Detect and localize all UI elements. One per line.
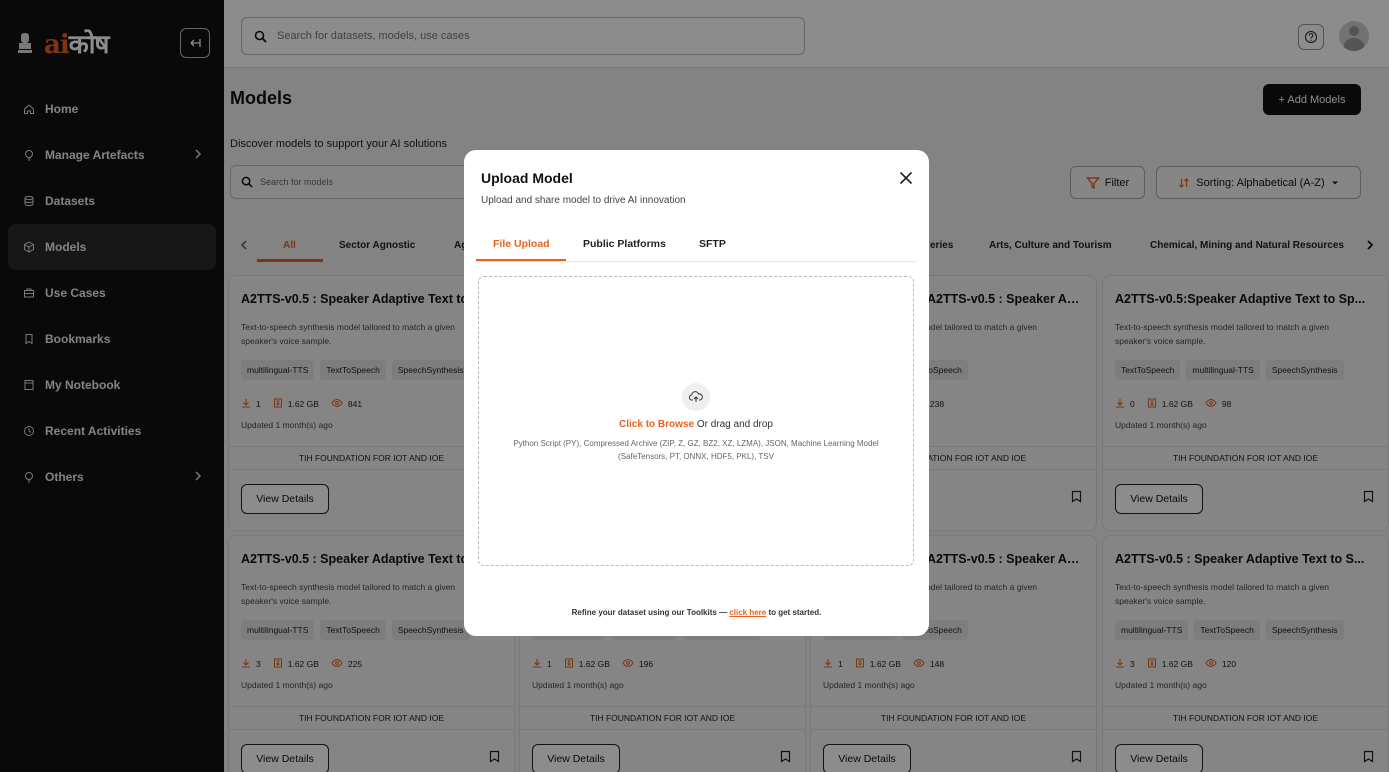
close-icon — [899, 171, 913, 185]
supported-formats: Python Script (PY), Compressed Archive (… — [513, 439, 879, 461]
upload-tabs: File Upload Public Platforms SFTP — [476, 232, 917, 262]
browse-link[interactable]: Click to Browse — [619, 419, 694, 430]
toolkit-link[interactable]: click here — [729, 608, 766, 617]
tab-sftp[interactable]: SFTP — [699, 238, 726, 250]
dialog-title: Upload Model — [481, 170, 573, 186]
tab-public-platforms[interactable]: Public Platforms — [583, 238, 666, 250]
dialog-subtitle: Upload and share model to drive AI innov… — [481, 195, 686, 206]
refine-text-end: to get started. — [766, 608, 822, 617]
file-dropzone[interactable]: Click to Browse Or drag and drop Python … — [478, 276, 914, 566]
tab-active-underline — [476, 259, 566, 261]
drag-drop-text: Or drag and drop — [694, 419, 773, 430]
refine-toolkit-note: Refine your dataset using our Toolkits —… — [464, 608, 929, 617]
dropzone-instruction: Click to Browse Or drag and drop — [479, 419, 913, 430]
tab-file-upload[interactable]: File Upload — [493, 238, 550, 250]
refine-text: Refine your dataset using our Toolkits — — [571, 608, 730, 617]
cloud-upload-icon — [682, 383, 710, 411]
close-button[interactable] — [896, 168, 916, 188]
upload-model-dialog: Upload Model Upload and share model to d… — [464, 150, 929, 636]
